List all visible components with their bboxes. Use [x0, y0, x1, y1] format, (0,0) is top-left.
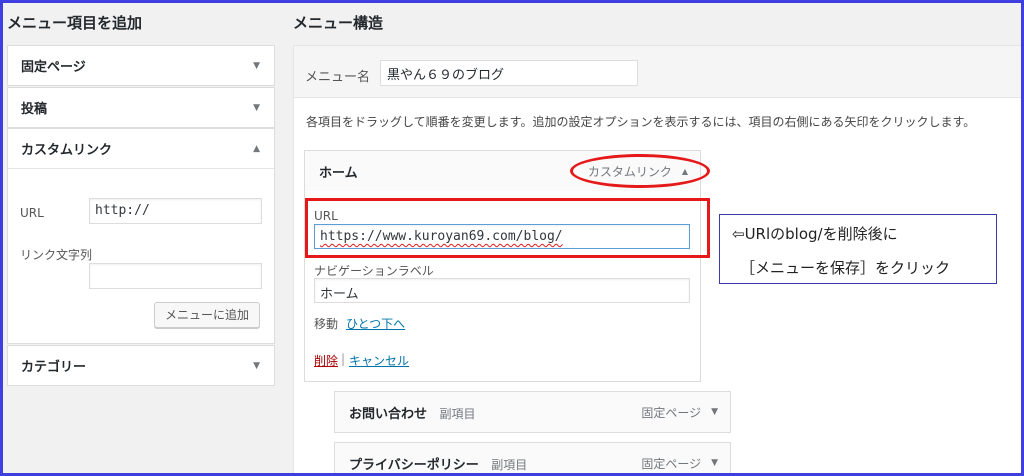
move-label: 移動: [314, 317, 339, 331]
menu-item-contact-type: 固定ページ: [641, 405, 702, 420]
link-text-input[interactable]: [89, 263, 262, 289]
highlight-ellipse: [570, 154, 710, 188]
add-menu-items-title: メニュー項目を追加: [7, 14, 143, 32]
pages-accordion-label: 固定ページ: [21, 60, 86, 75]
cancel-link[interactable]: キャンセル: [349, 352, 409, 369]
instruction-line-1: ⇦URlのblog/を削除後に: [732, 225, 898, 243]
url-input[interactable]: http://: [89, 198, 262, 224]
move-down-link[interactable]: ひとつ下へ: [346, 315, 405, 332]
triangle-down-icon[interactable]: ▼: [253, 103, 260, 113]
menu-name-label: メニュー名: [305, 70, 371, 85]
link-text-label: リンク文字列: [20, 248, 93, 262]
custom-links-accordion[interactable]: カスタムリンク ▲ URL http:// リンク文字列 メニューに追加: [7, 128, 275, 344]
triangle-down-icon[interactable]: ▼: [253, 61, 260, 71]
nav-label-label: ナビゲーションラベル: [314, 264, 434, 278]
highlight-rectangle: [305, 198, 710, 258]
menu-item-privacy-title: プライバシーポリシー: [349, 457, 479, 473]
menu-item-contact-title: お問い合わせ: [349, 406, 428, 422]
menu-name-input[interactable]: 黒やん６９のブログ: [380, 60, 638, 86]
instruction-line-2: ［メニューを保存］をクリック: [740, 259, 951, 277]
posts-accordion-label: 投稿: [21, 102, 48, 117]
categories-accordion[interactable]: カテゴリー ▼: [7, 345, 275, 386]
custom-link-form: URL http:// リンク文字列 メニューに追加: [8, 168, 274, 343]
menu-item-privacy-type: 固定ページ: [641, 456, 702, 471]
triangle-down-icon[interactable]: ▼: [711, 458, 718, 468]
drag-help-text: 各項目をドラッグして順番を変更します。追加の設定オプションを表示するには、項目の…: [306, 115, 976, 129]
link-separator: |: [341, 352, 346, 366]
remove-link[interactable]: 削除: [314, 352, 338, 369]
posts-accordion[interactable]: 投稿 ▼: [7, 87, 275, 128]
triangle-down-icon[interactable]: ▼: [253, 361, 260, 371]
categories-accordion-label: カテゴリー: [21, 360, 87, 375]
menu-item-privacy-sub: 副項目: [491, 457, 528, 472]
pages-accordion[interactable]: 固定ページ ▼: [7, 45, 275, 86]
custom-links-accordion-label: カスタムリンク: [21, 143, 113, 158]
add-to-menu-button[interactable]: メニューに追加: [154, 302, 261, 328]
menu-item-home-title: ホーム: [319, 165, 358, 181]
menu-item-contact[interactable]: お問い合わせ 副項目 固定ページ ▼: [334, 391, 731, 433]
menu-structure-title: メニュー構造: [293, 14, 384, 32]
menu-name-bar: メニュー名 黒やん６９のブログ: [294, 46, 1024, 98]
url-label: URL: [20, 206, 44, 220]
triangle-up-icon[interactable]: ▲: [253, 144, 260, 154]
menu-item-contact-sub: 副項目: [439, 406, 476, 421]
triangle-down-icon[interactable]: ▼: [711, 407, 718, 417]
instruction-callout: ⇦URlのblog/を削除後に ［メニューを保存］をクリック: [719, 214, 997, 284]
menu-item-privacy[interactable]: プライバシーポリシー 副項目 固定ページ ▼: [334, 442, 731, 476]
nav-label-input[interactable]: ホーム: [314, 278, 690, 303]
